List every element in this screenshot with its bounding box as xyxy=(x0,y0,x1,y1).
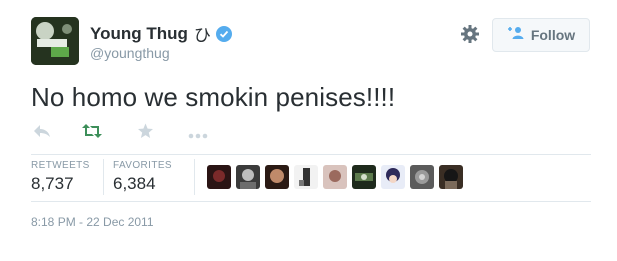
favoriters-list xyxy=(207,165,463,189)
favoriter-avatar[interactable] xyxy=(410,165,434,189)
retweet-icon[interactable] xyxy=(81,123,103,144)
stat-divider xyxy=(103,159,104,195)
verified-badge-icon xyxy=(215,25,232,42)
follow-button-label: Follow xyxy=(530,27,576,43)
favoriter-avatar[interactable] xyxy=(381,165,405,189)
favoriter-avatar[interactable] xyxy=(207,165,231,189)
profile-avatar[interactable] xyxy=(31,17,79,65)
display-name[interactable]: Young Thug xyxy=(90,24,188,44)
retweets-count: 8,737 xyxy=(31,174,74,193)
favorites-stat[interactable]: FAVORITES 6,384 xyxy=(113,160,172,194)
favoriter-avatar[interactable] xyxy=(236,165,260,189)
retweets-label: RETWEETS xyxy=(31,160,90,171)
divider xyxy=(31,154,591,155)
favorite-icon[interactable] xyxy=(137,123,154,144)
favorites-label: FAVORITES xyxy=(113,160,172,171)
tweet-timestamp[interactable]: 8:18 PM - 22 Dec 2011 xyxy=(31,215,154,229)
more-icon[interactable] xyxy=(188,127,208,145)
retweets-stat[interactable]: RETWEETS 8,737 xyxy=(31,160,90,194)
favoriter-avatar[interactable] xyxy=(265,165,289,189)
favoriter-avatar[interactable] xyxy=(352,165,376,189)
add-user-icon xyxy=(507,26,525,45)
reply-icon[interactable] xyxy=(33,123,51,144)
display-name-glyph: ひ xyxy=(193,26,211,45)
favoriter-avatar[interactable] xyxy=(439,165,463,189)
divider xyxy=(31,201,591,202)
favoriter-avatar[interactable] xyxy=(294,165,318,189)
user-handle[interactable]: @youngthug xyxy=(90,45,170,61)
favorites-count: 6,384 xyxy=(113,174,156,193)
gear-icon[interactable] xyxy=(460,24,480,44)
follow-button[interactable]: Follow xyxy=(492,18,590,52)
favoriter-avatar[interactable] xyxy=(323,165,347,189)
tweet-text: No homo we smokin penises!!!! xyxy=(31,82,396,112)
stat-divider xyxy=(194,159,195,195)
